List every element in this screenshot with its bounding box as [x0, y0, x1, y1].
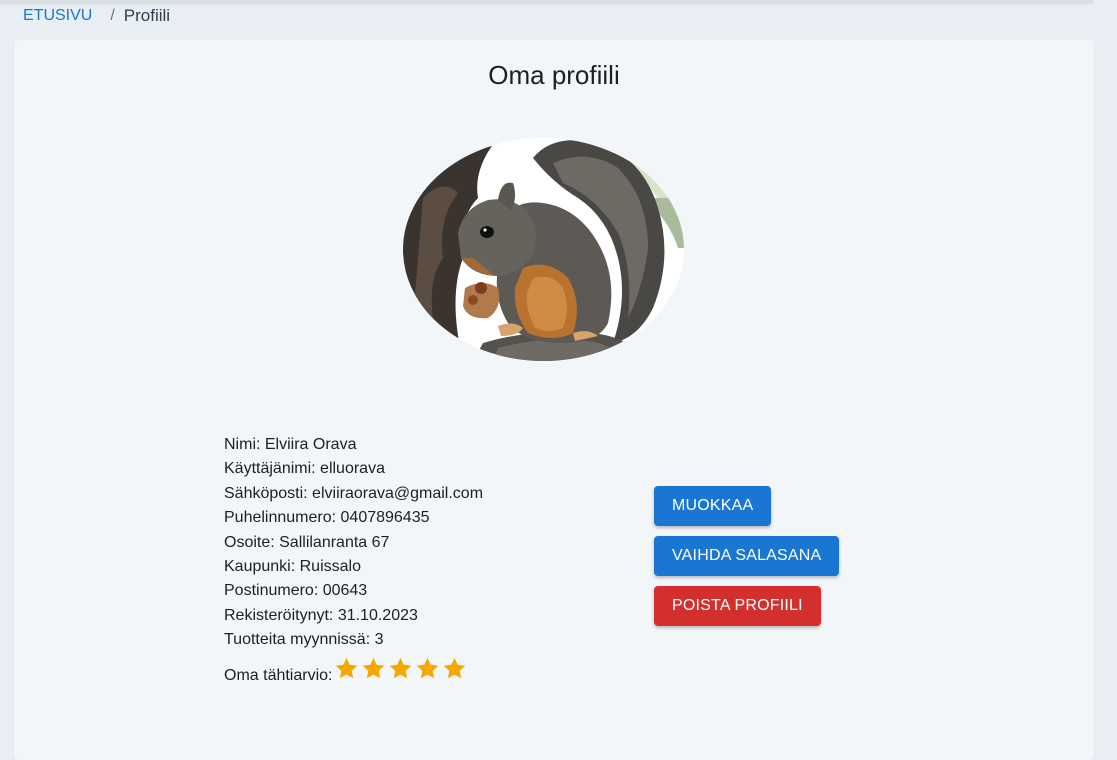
profile-username: Käyttäjänimi: elluorava: [224, 460, 385, 478]
breadcrumb: ETUSIVU / Profiili: [23, 6, 170, 26]
breadcrumb-current: Profiili: [123, 6, 171, 25]
app-bar-edge: [0, 0, 1093, 2]
profile-name: Nimi: Elviira Orava: [224, 436, 357, 453]
profile-email: Sähköposti: elviiraorava@gmail.com: [224, 484, 484, 502]
edit-profile-button[interactable]: MUOKKAA: [654, 486, 772, 526]
squirrel-photo-icon: [403, 138, 684, 361]
profile-avatar: [403, 138, 684, 361]
breadcrumb-separator: /: [110, 7, 115, 24]
star-icon: [336, 657, 358, 678]
breadcrumb-home-link[interactable]: ETUSIVU: [23, 7, 92, 25]
star-icon: [444, 657, 466, 678]
rating-stars: [334, 656, 469, 681]
rating-label: Oma tähtiarvio:: [224, 666, 333, 684]
profile-rating: Oma tähtiarvio:: [224, 655, 604, 685]
profile-phone: Puhelinnumero: 0407896435: [224, 509, 430, 527]
star-icon: [417, 657, 439, 678]
delete-profile-button[interactable]: POISTA PROFIILI: [654, 586, 821, 626]
star-icon: [390, 657, 412, 678]
profile-details: Nimi: Elviira Orava Käyttäjänimi: elluor…: [224, 433, 604, 685]
profile-address: Osoite: Sallilanranta 67: [224, 533, 390, 551]
profile-products-for-sale: Tuotteita myynnissä: 3: [224, 631, 384, 649]
profile-postal-code: Postinumero: 00643: [224, 582, 368, 600]
profile-city: Kaupunki: Ruissalo: [224, 557, 361, 575]
page-title: Oma profiili: [488, 60, 620, 90]
change-password-button[interactable]: VAIHDA SALASANA: [654, 536, 840, 576]
profile-card: Oma profiili Nimi: Elviira Orava Käyttäj…: [14, 40, 1094, 760]
profile-registered: Rekisteröitynyt: 31.10.2023: [224, 606, 418, 624]
star-icon: [363, 657, 385, 678]
